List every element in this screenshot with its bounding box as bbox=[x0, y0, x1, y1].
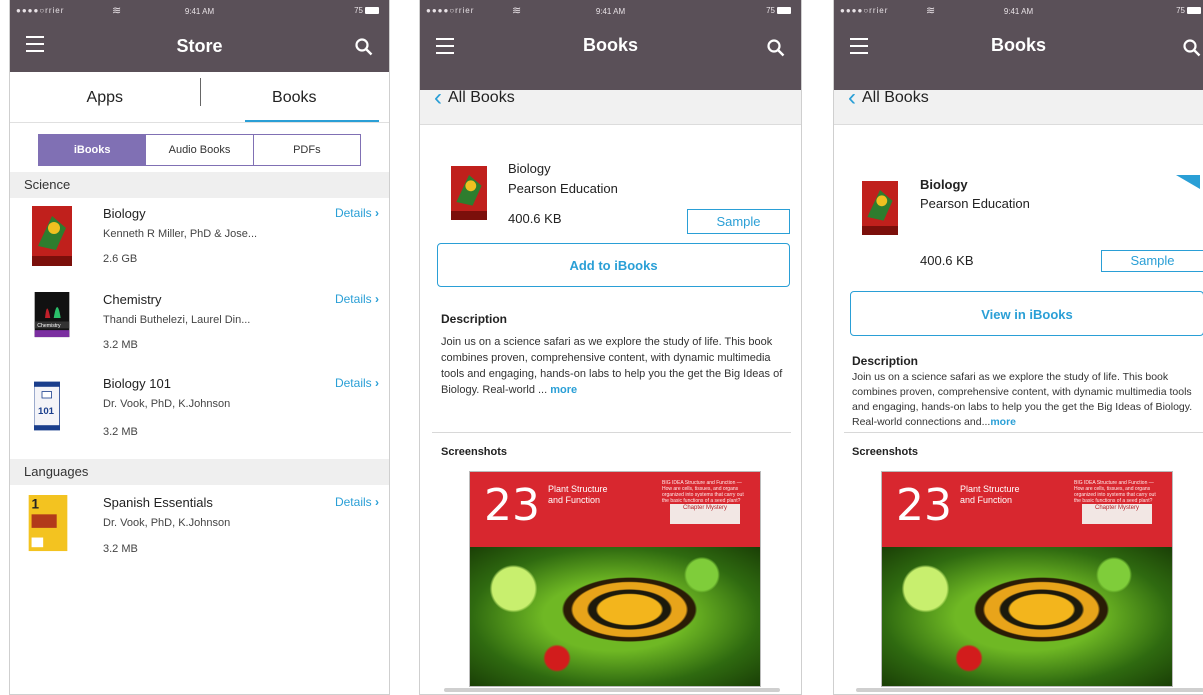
page-title: Books bbox=[582, 35, 638, 55]
book-title: Biology 101 bbox=[103, 376, 171, 391]
chemistry-cover-image: Chemistry bbox=[34, 292, 70, 338]
screenshot-image[interactable]: 23 Plant Structure and Function BIG IDEA… bbox=[469, 471, 761, 687]
screenshots-title: Screenshots bbox=[441, 446, 508, 458]
book-cover-image bbox=[862, 181, 898, 235]
spanish-essentials-cover-image: 1 bbox=[28, 495, 68, 552]
screenshot-header: 23 Plant Structure and Function BIG IDEA… bbox=[470, 472, 760, 547]
format-segment: iBooks Audio Books PDFs bbox=[38, 134, 361, 166]
view-in-ibooks-button[interactable]: View in iBooks bbox=[850, 291, 1203, 336]
horizontal-scrollbar[interactable] bbox=[444, 688, 780, 692]
list-item[interactable]: 1 Spanish Essentials Dr. Vook, PhD, K.Jo… bbox=[10, 485, 389, 578]
add-to-ibooks-button[interactable]: Add to iBooks bbox=[437, 243, 790, 287]
battery-icon: 75 bbox=[766, 6, 791, 15]
search-icon[interactable] bbox=[355, 38, 373, 56]
book-author: Kenneth R Miller, PhD & Jose... bbox=[103, 228, 258, 240]
chapter-mystery: Chapter Mystery bbox=[670, 504, 740, 524]
book-size: 400.6 KB bbox=[508, 211, 562, 226]
search-icon[interactable] bbox=[767, 39, 785, 57]
chapter-number: 23 bbox=[896, 480, 952, 531]
screenshot-image[interactable]: 23 Plant Structure and Function BIG IDEA… bbox=[881, 471, 1173, 687]
book-publisher: Pearson Education bbox=[508, 181, 618, 196]
chapter-title: Plant Structure and Function bbox=[548, 484, 608, 505]
details-link[interactable]: Details › bbox=[335, 495, 379, 509]
tab-apps[interactable]: Apps bbox=[10, 72, 200, 122]
segment-ibooks[interactable]: iBooks bbox=[39, 135, 146, 165]
description-title: Description bbox=[441, 312, 508, 326]
insect-photo bbox=[470, 547, 760, 686]
clock: 9:41 AM bbox=[595, 7, 626, 16]
sample-button[interactable]: Sample bbox=[687, 209, 790, 234]
divider bbox=[844, 432, 1203, 433]
description-title: Description bbox=[852, 354, 919, 368]
nav-bar: Books bbox=[834, 22, 1203, 90]
insect-photo bbox=[882, 547, 1172, 686]
more-link[interactable]: more bbox=[550, 384, 577, 396]
svg-text:Chemistry: Chemistry bbox=[37, 323, 61, 329]
chapter-title: Plant Structure and Function bbox=[960, 484, 1020, 505]
biology-cover-image bbox=[32, 206, 72, 266]
segment-audio-books[interactable]: Audio Books bbox=[145, 135, 252, 165]
status-bar: ●●●●○rrier ≋ 9:41 AM 75 bbox=[10, 0, 389, 22]
back-label: All Books bbox=[862, 89, 929, 106]
list-item[interactable]: 101 Biology 101 Dr. Vook, PhD, K.Johnson… bbox=[10, 376, 389, 477]
sample-button[interactable]: Sample bbox=[1101, 250, 1203, 272]
status-bar: ●●●●○rrier ≋ 9:41 AM 75 bbox=[420, 0, 801, 22]
details-link[interactable]: Details › bbox=[335, 292, 379, 306]
description-text: Join us on a science safari as we explor… bbox=[441, 336, 783, 396]
book-detail-screen: ●●●●○rrier ≋ 9:41 AM 75 Books ‹ All Book… bbox=[419, 0, 802, 695]
owned-bookmark-icon bbox=[1176, 175, 1200, 189]
book-author: Dr. Vook, PhD, K.Johnson bbox=[103, 517, 231, 529]
clock: 9:41 AM bbox=[1003, 7, 1034, 16]
description-text: Join us on a science safari as we explor… bbox=[852, 371, 1193, 428]
store-screen: ●●●●○rrier ≋ 9:41 AM 75 Store Apps Books… bbox=[9, 0, 390, 695]
battery-icon: 75 bbox=[1176, 6, 1201, 15]
book-title: Chemistry bbox=[103, 292, 162, 307]
book-title: Biology bbox=[920, 177, 968, 192]
status-bar: ●●●●○rrier ≋ 9:41 AM 75 bbox=[834, 0, 1203, 22]
big-idea-text: BIG IDEA Structure and Function — How ar… bbox=[1074, 480, 1156, 504]
store-tabs: Apps Books bbox=[10, 72, 389, 123]
book-title: Biology bbox=[508, 161, 551, 176]
screenshots-title: Screenshots bbox=[852, 446, 919, 458]
details-link[interactable]: Details › bbox=[335, 376, 379, 390]
book-author: Thandi Buthelezi, Laurel Din... bbox=[103, 314, 251, 326]
svg-text:1: 1 bbox=[32, 497, 40, 512]
book-cover-image bbox=[451, 166, 487, 220]
book-detail-owned-screen: ●●●●○rrier ≋ 9:41 AM 75 Books ‹ All Book… bbox=[833, 0, 1203, 695]
svg-text:101: 101 bbox=[38, 406, 55, 417]
book-author: Dr. Vook, PhD, K.Johnson bbox=[103, 398, 231, 410]
list-item[interactable]: Chemistry Chemistry Thandi Buthelezi, La… bbox=[10, 291, 389, 384]
page-title: Store bbox=[176, 36, 223, 56]
back-label: All Books bbox=[448, 89, 515, 106]
search-icon[interactable] bbox=[1183, 39, 1201, 57]
book-size: 400.6 KB bbox=[920, 253, 974, 268]
clock: 9:41 AM bbox=[184, 7, 215, 16]
list-item[interactable]: Biology Kenneth R Miller, PhD & Jose... … bbox=[10, 198, 389, 291]
divider bbox=[432, 432, 791, 433]
tab-books[interactable]: Books bbox=[200, 72, 390, 122]
biology-101-cover-image: 101 bbox=[34, 381, 60, 431]
page-title: Books bbox=[990, 35, 1046, 55]
big-idea-text: BIG IDEA Structure and Function — How ar… bbox=[662, 480, 744, 504]
nav-bar: Books bbox=[420, 22, 801, 90]
nav-bar: Store bbox=[10, 22, 389, 72]
book-size: 2.6 GB bbox=[103, 253, 138, 265]
horizontal-scrollbar[interactable] bbox=[856, 688, 1203, 692]
book-title: Spanish Essentials bbox=[103, 495, 213, 510]
book-publisher: Pearson Education bbox=[920, 196, 1030, 211]
book-title: Biology bbox=[103, 206, 146, 221]
chapter-mystery: Chapter Mystery bbox=[1082, 504, 1152, 524]
book-size: 3.2 MB bbox=[103, 339, 138, 351]
more-link[interactable]: more bbox=[990, 416, 1016, 428]
book-size: 3.2 MB bbox=[103, 426, 138, 438]
section-header-science: Science bbox=[10, 172, 389, 198]
segment-pdfs[interactable]: PDFs bbox=[252, 135, 360, 165]
screenshot-header: 23 Plant Structure and Function BIG IDEA… bbox=[882, 472, 1172, 547]
details-link[interactable]: Details › bbox=[335, 206, 379, 220]
battery-icon: 75 bbox=[354, 6, 379, 15]
chapter-number: 23 bbox=[484, 480, 540, 531]
book-size: 3.2 MB bbox=[103, 543, 138, 555]
